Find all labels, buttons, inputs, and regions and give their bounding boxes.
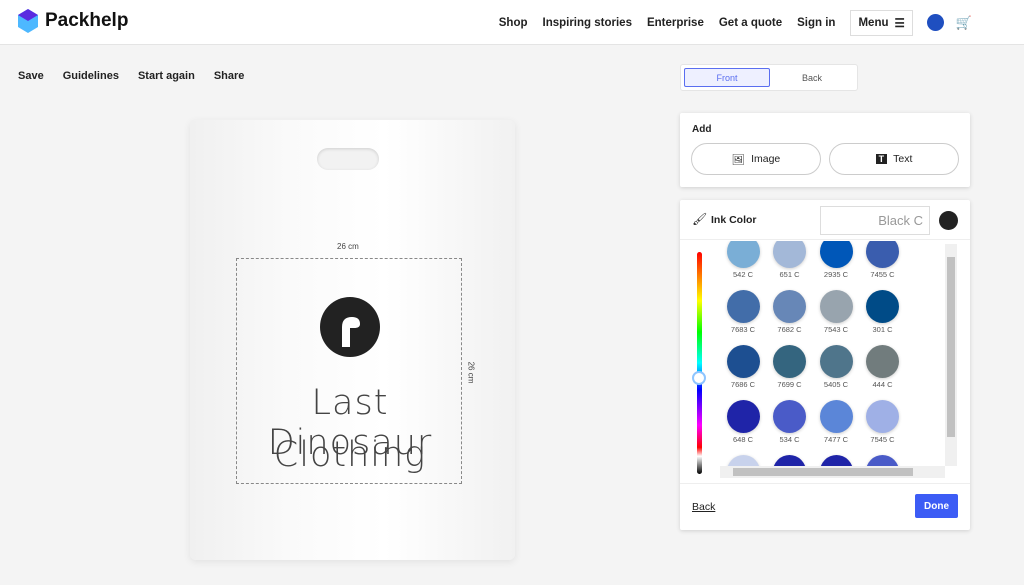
guidelines-button[interactable]: Guidelines	[63, 70, 119, 82]
hue-slider-handle[interactable]	[692, 371, 706, 385]
current-color-swatch	[939, 211, 958, 230]
color-swatch[interactable]: 7545 C	[848, 400, 918, 444]
share-button[interactable]: Share	[214, 70, 245, 82]
height-label: 26 cm	[466, 361, 476, 384]
swatch-grid: 542 C 651 C 2935 C 7455 C 7683 C 7682 C 7543 C…	[720, 241, 945, 478]
print-area[interactable]: Last Dinosaur Clothing	[236, 258, 462, 484]
brush-icon: 🖌	[692, 212, 708, 226]
swatch-label: 301 C	[872, 325, 893, 334]
menu-label: Menu	[858, 16, 889, 29]
color-swatch[interactable]: 301 C	[848, 290, 918, 334]
hamburger-icon: ☰	[894, 17, 905, 30]
add-text-button[interactable]: T Text	[829, 143, 959, 175]
swatch-label: 7545 C	[870, 435, 895, 444]
ink-color-panel: 🖌 Ink Color Black C 542 C 651 C 2935 C 7455…	[680, 200, 970, 530]
horizontal-scrollbar[interactable]	[720, 466, 945, 478]
bag-preview: 26 cm 26 cm Last Dinosaur Clothing	[190, 120, 515, 560]
hue-slider[interactable]	[697, 252, 702, 474]
top-bar: Packhelp Shop Inspiring stories Enterpri…	[0, 0, 1024, 45]
nav-inspiring-stories[interactable]: Inspiring stories	[543, 17, 632, 29]
nav-enterprise[interactable]: Enterprise	[647, 17, 704, 29]
menu-button[interactable]: Menu ☰	[850, 9, 913, 36]
brand-name: Packhelp	[45, 10, 129, 31]
logo[interactable]: Packhelp	[17, 8, 128, 34]
back-link[interactable]: Back	[692, 501, 715, 513]
add-image-button[interactable]: 🖼 Image	[691, 143, 821, 175]
save-button[interactable]: Save	[18, 70, 44, 82]
ink-color-input[interactable]: Black C	[820, 206, 930, 235]
vertical-scrollbar[interactable]	[945, 244, 957, 466]
cart-icon[interactable]: 🛒	[956, 15, 972, 31]
nav-shop[interactable]: Shop	[499, 17, 528, 29]
start-again-button[interactable]: Start again	[138, 70, 195, 82]
side-toggle: Front Back	[680, 64, 858, 91]
add-text-label: Text	[893, 153, 913, 165]
width-label: 26 cm	[337, 242, 359, 251]
swatch-circle	[866, 241, 899, 268]
add-title: Add	[692, 124, 712, 135]
text-icon: T	[875, 154, 888, 164]
color-swatch[interactable]: 444 C	[848, 345, 918, 389]
tab-front[interactable]: Front	[684, 68, 770, 87]
eu-flag-icon[interactable]	[926, 14, 944, 31]
brand-text-line2[interactable]: Clothing	[237, 435, 463, 475]
add-image-label: Image	[751, 153, 781, 165]
swatch-label: 7455 C	[870, 270, 895, 279]
swatch-circle	[866, 400, 899, 433]
ink-color-title: Ink Color	[711, 214, 757, 226]
packhelp-logo-icon	[18, 9, 38, 33]
swatch-circle	[866, 345, 899, 378]
nav-get-a-quote[interactable]: Get a quote	[719, 17, 782, 29]
swatch-circle	[866, 290, 899, 323]
swatch-label: 444 C	[872, 380, 893, 389]
add-panel: Add 🖼 Image T Text	[680, 113, 970, 187]
done-button[interactable]: Done	[915, 494, 958, 518]
color-swatch[interactable]: 7455 C	[848, 241, 918, 279]
image-icon: 🖼	[731, 153, 746, 166]
tab-back[interactable]: Back	[770, 68, 854, 87]
bag-handle	[317, 148, 379, 170]
nav-sign-in[interactable]: Sign in	[797, 17, 835, 29]
dinosaur-logo-icon[interactable]	[320, 297, 380, 357]
